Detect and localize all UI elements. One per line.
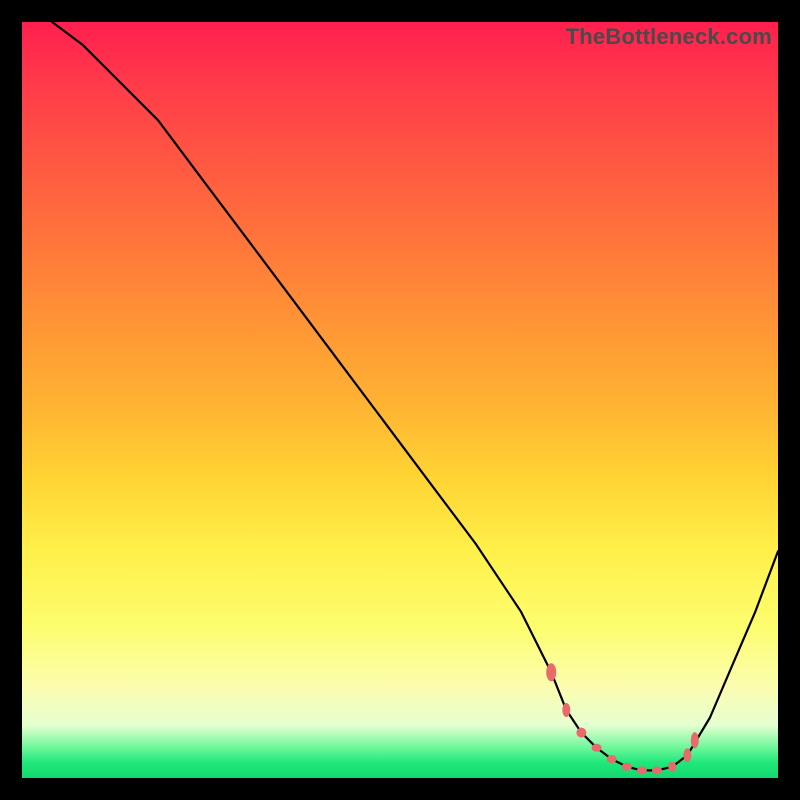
curve-marker	[592, 744, 602, 752]
curve-marker	[637, 766, 647, 774]
curve-marker	[652, 766, 662, 774]
curve-marker	[607, 755, 617, 763]
chart-frame: TheBottleneck.com	[0, 0, 800, 800]
curve-marker	[691, 732, 699, 748]
curve-marker	[562, 703, 570, 717]
curve-markers	[546, 663, 699, 774]
curve-marker	[622, 763, 632, 771]
plot-area: TheBottleneck.com	[22, 22, 778, 778]
curve-marker	[668, 762, 676, 772]
curve-marker	[546, 663, 556, 681]
curve-marker	[576, 728, 586, 738]
chart-svg	[22, 22, 778, 778]
curve-marker	[683, 748, 691, 762]
bottleneck-curve	[52, 22, 778, 770]
